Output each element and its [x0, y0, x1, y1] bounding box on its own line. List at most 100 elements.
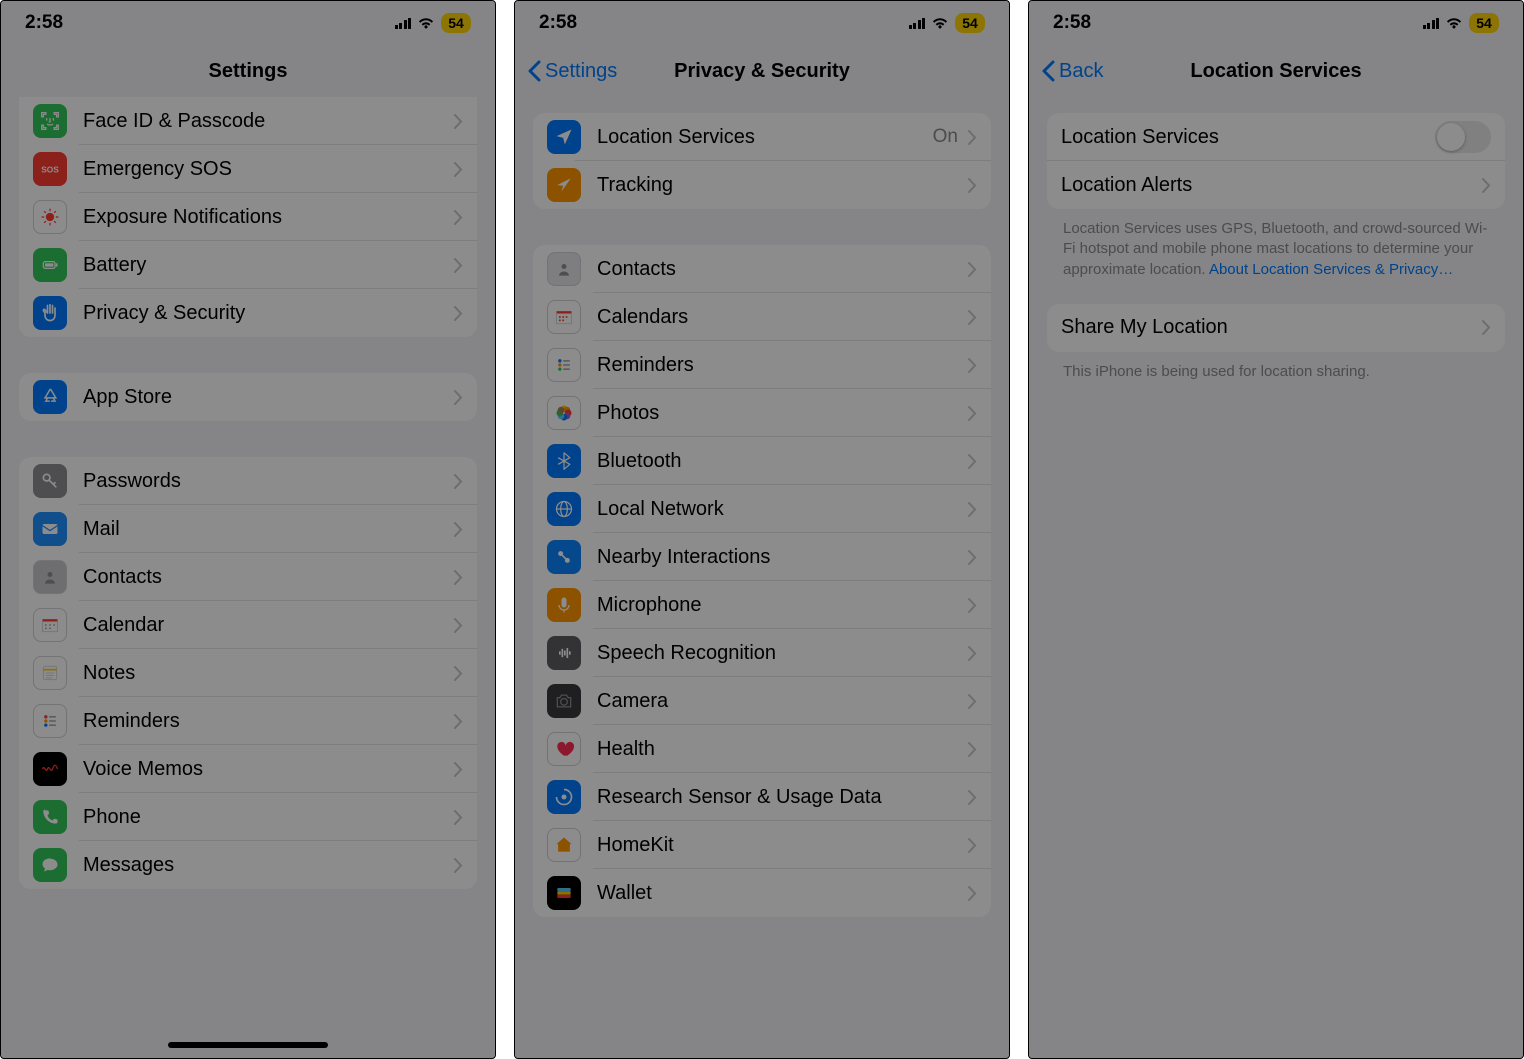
phone-icon — [33, 800, 67, 834]
status-right: 54 — [395, 13, 472, 33]
chevron-right-icon — [454, 306, 463, 321]
row-label: Local Network — [597, 498, 968, 521]
chevron-right-icon — [968, 886, 977, 901]
row-label: Voice Memos — [83, 758, 454, 781]
settings-row-key[interactable]: Passwords — [19, 457, 477, 505]
settings-row-sos[interactable]: SOS Emergency SOS — [19, 145, 477, 193]
settings-row-camera[interactable]: Camera — [533, 677, 991, 725]
cellular-signal-icon — [1423, 17, 1440, 29]
location-footer-text: Location Services uses GPS, Bluetooth, a… — [1063, 219, 1489, 280]
back-label: Back — [1059, 60, 1103, 83]
bluetooth-icon — [547, 444, 581, 478]
settings-row-health[interactable]: Health — [533, 725, 991, 773]
status-right: 54 — [1423, 13, 1500, 33]
row-label: Contacts — [83, 566, 454, 589]
back-button[interactable]: Back — [1041, 60, 1103, 83]
settings-row-mic[interactable]: Microphone — [533, 581, 991, 629]
settings-row-location[interactable]: Location Services On — [533, 113, 991, 161]
back-button[interactable]: Settings — [527, 60, 617, 83]
settings-row-hand[interactable]: Privacy & Security — [19, 289, 477, 337]
row-label: Face ID & Passcode — [83, 110, 454, 133]
about-privacy-link[interactable]: About Location Services & Privacy… — [1209, 261, 1453, 278]
chevron-right-icon — [454, 714, 463, 729]
home-indicator[interactable] — [168, 1042, 328, 1048]
battery-level: 54 — [1469, 13, 1499, 33]
settings-row-tracking[interactable]: Tracking — [533, 161, 991, 209]
row-label: Passwords — [83, 470, 454, 493]
page-title: Location Services — [1190, 60, 1361, 83]
row-label: Privacy & Security — [83, 302, 454, 325]
settings-row-appstore[interactable]: App Store — [19, 373, 477, 421]
row-label: Location Alerts — [1061, 174, 1482, 197]
status-time: 2:58 — [1053, 12, 1091, 34]
contacts-icon — [33, 560, 67, 594]
reminders-icon — [33, 704, 67, 738]
row-label: Speech Recognition — [597, 642, 968, 665]
row-label: Reminders — [83, 710, 454, 733]
chevron-right-icon — [454, 666, 463, 681]
chevron-right-icon — [454, 570, 463, 585]
appstore-icon — [33, 380, 67, 414]
location-group-1: Location Services Location Alerts — [1047, 113, 1505, 209]
settings-row-nearby[interactable]: Nearby Interactions — [533, 533, 991, 581]
row-label: Health — [597, 738, 968, 761]
content: Location Services Location Alerts Locati… — [1029, 113, 1523, 382]
settings-row-notes[interactable]: Notes — [19, 649, 477, 697]
settings-row-globe[interactable]: Local Network — [533, 485, 991, 533]
chevron-right-icon — [454, 390, 463, 405]
location-services-toggle-row[interactable]: Location Services — [1047, 113, 1505, 161]
location-services-toggle[interactable] — [1435, 121, 1491, 153]
settings-row-contacts[interactable]: Contacts — [19, 553, 477, 601]
chevron-right-icon — [968, 262, 977, 277]
status-time: 2:58 — [25, 12, 63, 34]
settings-row-battery[interactable]: Battery — [19, 241, 477, 289]
chevron-right-icon — [454, 474, 463, 489]
settings-row-calendar[interactable]: Calendar — [19, 601, 477, 649]
row-value: On — [933, 126, 958, 148]
row-label: Messages — [83, 854, 454, 877]
chevron-right-icon — [1482, 178, 1491, 193]
settings-row-bluetooth[interactable]: Bluetooth — [533, 437, 991, 485]
battery-level: 54 — [441, 13, 471, 33]
chevron-right-icon — [454, 858, 463, 873]
wifi-icon — [1445, 16, 1463, 30]
settings-row-exposure[interactable]: Exposure Notifications — [19, 193, 477, 241]
wifi-icon — [417, 16, 435, 30]
row-label: Emergency SOS — [83, 158, 454, 181]
location-group-2: Share My Location — [1047, 304, 1505, 352]
wifi-icon — [931, 16, 949, 30]
chevron-right-icon — [454, 258, 463, 273]
page-title: Privacy & Security — [674, 60, 850, 83]
chevron-right-icon — [968, 358, 977, 373]
privacy-security-screen: 2:58 54 Settings Privacy & Security Loca… — [514, 0, 1010, 1059]
row-label: Nearby Interactions — [597, 546, 968, 569]
settings-row-reminders2[interactable]: Reminders — [533, 341, 991, 389]
settings-row-reminders[interactable]: Reminders — [19, 697, 477, 745]
settings-row-phone[interactable]: Phone — [19, 793, 477, 841]
settings-row-homekit[interactable]: HomeKit — [533, 821, 991, 869]
chevron-right-icon — [454, 210, 463, 225]
settings-group-1: Face ID & Passcode SOS Emergency SOS Exp… — [19, 97, 477, 337]
settings-row-calendars[interactable]: Calendars — [533, 293, 991, 341]
row-label: HomeKit — [597, 834, 968, 857]
row-label: Research Sensor & Usage Data — [597, 786, 968, 809]
settings-row-mail[interactable]: Mail — [19, 505, 477, 553]
chevron-right-icon — [968, 502, 977, 517]
settings-row-research[interactable]: Research Sensor & Usage Data — [533, 773, 991, 821]
share-my-location-row[interactable]: Share My Location — [1047, 304, 1505, 352]
settings-row-speech[interactable]: Speech Recognition — [533, 629, 991, 677]
chevron-right-icon — [1482, 320, 1491, 335]
settings-row-messages[interactable]: Messages — [19, 841, 477, 889]
chevron-right-icon — [968, 694, 977, 709]
location-alerts-row[interactable]: Location Alerts — [1047, 161, 1505, 209]
settings-row-voicememos[interactable]: Voice Memos — [19, 745, 477, 793]
row-label: Microphone — [597, 594, 968, 617]
settings-row-faceid[interactable]: Face ID & Passcode — [19, 97, 477, 145]
chevron-right-icon — [968, 550, 977, 565]
settings-row-wallet[interactable]: Wallet — [533, 869, 991, 917]
reminders2-icon — [547, 348, 581, 382]
settings-row-contacts2[interactable]: Contacts — [533, 245, 991, 293]
calendars-icon — [547, 300, 581, 334]
settings-row-photos[interactable]: Photos — [533, 389, 991, 437]
hand-icon — [33, 296, 67, 330]
